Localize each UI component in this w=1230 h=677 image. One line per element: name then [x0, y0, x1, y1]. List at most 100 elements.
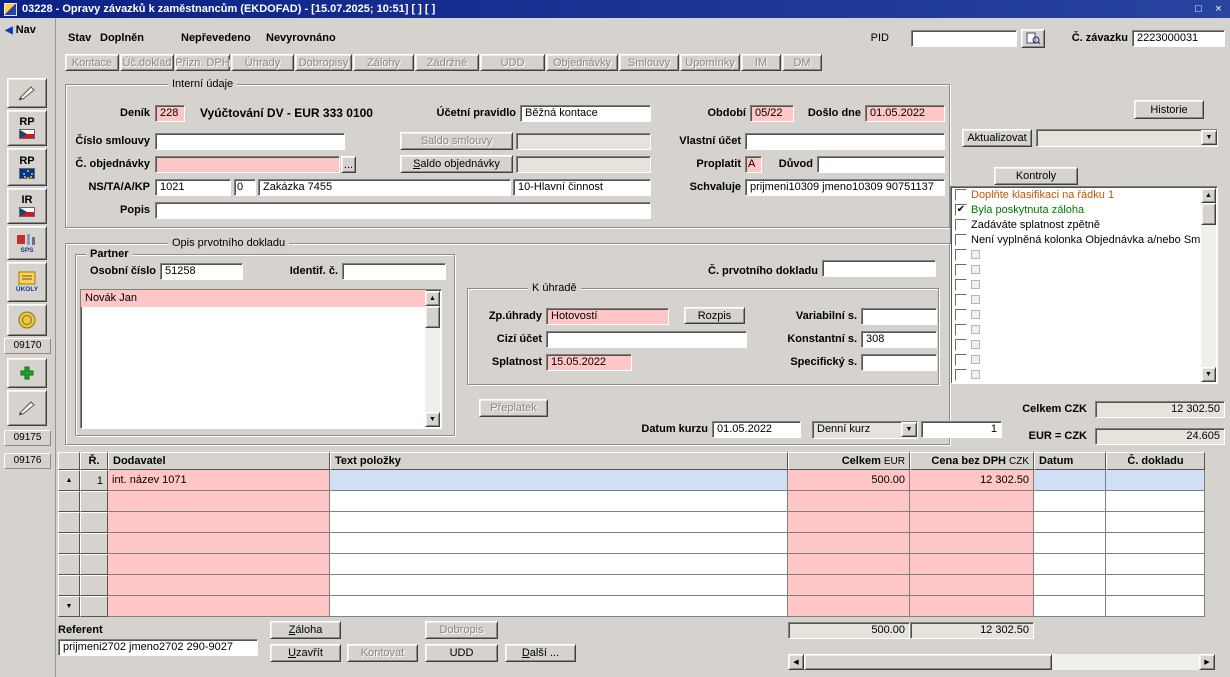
scrollbar-track[interactable] — [1052, 654, 1199, 670]
ir-button[interactable]: IR — [7, 188, 47, 224]
denik-field[interactable]: 228 — [155, 105, 185, 122]
table-cell-dodavatel[interactable] — [108, 533, 330, 554]
table-cell-rownum[interactable] — [80, 512, 108, 533]
sign-button[interactable] — [7, 78, 47, 108]
scroll-up-button[interactable]: ▲ — [1201, 188, 1216, 203]
tab-im[interactable]: IM — [741, 54, 781, 71]
scroll-down-button[interactable]: ▼ — [425, 412, 440, 427]
table-cell-cena[interactable] — [910, 596, 1034, 617]
kurz-dropdown-button[interactable]: ▼ — [901, 422, 917, 437]
table-cell-text[interactable] — [330, 512, 788, 533]
specificky-field[interactable] — [861, 354, 937, 371]
table-cell-dodavatel[interactable] — [108, 596, 330, 617]
first-record-button[interactable]: ▲ — [58, 470, 80, 491]
kontroly-checkbox[interactable] — [955, 369, 967, 381]
partner-scrollbar[interactable]: ▲ ▼ — [425, 291, 440, 427]
tab-kontace[interactable]: Kontace — [65, 54, 119, 71]
table-cell-datum[interactable] — [1034, 575, 1106, 596]
table-cell-rownum[interactable] — [80, 554, 108, 575]
rp-eu-button[interactable]: RP — [7, 148, 47, 186]
kontroly-checkbox[interactable] — [955, 324, 967, 336]
table-cell-datum[interactable] — [1034, 512, 1106, 533]
table-row-gutter[interactable] — [58, 554, 80, 575]
table-cell-text[interactable] — [330, 470, 788, 491]
table-cell-celkem[interactable] — [788, 554, 910, 575]
aktualizovat-combo[interactable] — [1036, 129, 1218, 147]
tab-upominky[interactable]: Upomínky — [680, 54, 740, 71]
tab-dm[interactable]: DM — [782, 54, 822, 71]
kontroly-checkbox[interactable] — [955, 309, 967, 321]
table-cell-dodavatel[interactable]: int. název 1071 — [108, 470, 330, 491]
tab-udd[interactable]: UDD — [480, 54, 545, 71]
table-cell-datum[interactable] — [1034, 533, 1106, 554]
obdobi-field[interactable]: 05/22 — [750, 105, 794, 122]
scroll-right-button[interactable]: ▶ — [1199, 654, 1215, 670]
dobropis-button[interactable]: Dobropis — [425, 621, 498, 639]
doslo-dne-field[interactable]: 01.05.2022 — [865, 105, 945, 122]
scrollbar-track[interactable] — [425, 328, 440, 412]
kontroly-checkbox[interactable] — [955, 264, 967, 276]
saldo-objednavky-button[interactable]: Saldo objednávky — [400, 155, 513, 173]
ta-field[interactable]: 0 — [234, 179, 256, 196]
table-row-gutter[interactable] — [58, 512, 80, 533]
osobni-cislo-field[interactable]: 51258 — [160, 263, 243, 280]
table-cell-datum[interactable] — [1034, 491, 1106, 512]
last-record-button[interactable]: ▼ — [58, 596, 80, 617]
table-cell-cena[interactable] — [910, 533, 1034, 554]
tab-uhrady[interactable]: Úhrady — [231, 54, 294, 71]
partner-name-row[interactable]: Novák Jan — [81, 290, 426, 307]
tab-objednavky[interactable]: Objednávky — [546, 54, 618, 71]
schvaluje-field[interactable]: prijmeni10309 jmeno10309 90751137 — [745, 179, 945, 196]
kontroly-checkbox[interactable] — [955, 234, 967, 246]
table-cell-rownum[interactable]: 1 — [80, 470, 108, 491]
tab-zadrzne[interactable]: Zádržné — [415, 54, 479, 71]
identif-field[interactable] — [342, 263, 446, 280]
table-cell-doklad[interactable] — [1106, 512, 1205, 533]
table-cell-text[interactable] — [330, 491, 788, 512]
tab-zalohy[interactable]: Zálohy — [353, 54, 414, 71]
scroll-down-button[interactable]: ▼ — [1201, 367, 1216, 382]
referent-field[interactable]: prijmeni2702 jmeno2702 290-9027 — [58, 639, 258, 656]
table-cell-doklad[interactable] — [1106, 533, 1205, 554]
saldo-smlouvy-button[interactable]: Saldo smlouvy — [400, 132, 513, 150]
table-cell-celkem[interactable] — [788, 491, 910, 512]
nav-button[interactable]: ◀ Nav — [5, 24, 36, 36]
objednavky-field[interactable] — [155, 156, 340, 173]
cizi-ucet-field[interactable] — [546, 331, 747, 348]
zavazku-field[interactable]: 2223000031 — [1132, 30, 1225, 47]
ucetni-pravidlo-field[interactable]: Běžná kontace — [520, 105, 651, 122]
table-cell-celkem[interactable] — [788, 596, 910, 617]
kontroly-checkbox[interactable] — [955, 339, 967, 351]
vlastni-ucet-field[interactable] — [745, 133, 945, 150]
partner-list[interactable]: Novák Jan ▲ ▼ — [80, 289, 442, 429]
kontroly-scrollbar[interactable]: ▲ ▼ — [1201, 188, 1216, 382]
table-cell-doklad[interactable] — [1106, 491, 1205, 512]
table-cell-rownum[interactable] — [80, 491, 108, 512]
tab-prizn-dph[interactable]: Přizn. DPH — [175, 54, 230, 71]
table-cell-celkem[interactable] — [788, 575, 910, 596]
dalsi-button[interactable]: Další ... — [505, 644, 576, 662]
scrollbar-thumb[interactable] — [804, 654, 1052, 670]
kontroly-checkbox[interactable] — [955, 279, 967, 291]
sps-button[interactable]: SPS — [7, 226, 47, 260]
zakazka-field[interactable]: Zakázka 7455 — [258, 179, 511, 196]
scroll-up-button[interactable]: ▲ — [425, 291, 440, 306]
edit-button[interactable] — [7, 390, 47, 426]
duvod-field[interactable] — [817, 156, 945, 173]
datum-kurzu-field[interactable]: 01.05.2022 — [712, 421, 801, 438]
table-cell-dodavatel[interactable] — [108, 554, 330, 575]
prvotni-doklad-field[interactable] — [822, 260, 936, 277]
table-cell-doklad[interactable] — [1106, 470, 1205, 491]
tab-dobropisy[interactable]: Dobropisy — [295, 54, 352, 71]
splatnost-field[interactable]: 15.05.2022 — [546, 354, 632, 371]
objednavky-more-button[interactable]: ... — [341, 156, 356, 173]
table-cell-dodavatel[interactable] — [108, 491, 330, 512]
table-cell-dodavatel[interactable] — [108, 575, 330, 596]
add-button[interactable] — [7, 358, 47, 388]
table-cell-text[interactable] — [330, 554, 788, 575]
table-cell-cena[interactable] — [910, 491, 1034, 512]
zaloha-button[interactable]: Záloha — [270, 621, 341, 639]
table-cell-dodavatel[interactable] — [108, 512, 330, 533]
table-row-gutter[interactable] — [58, 491, 80, 512]
ns-field[interactable]: 1021 — [155, 179, 231, 196]
